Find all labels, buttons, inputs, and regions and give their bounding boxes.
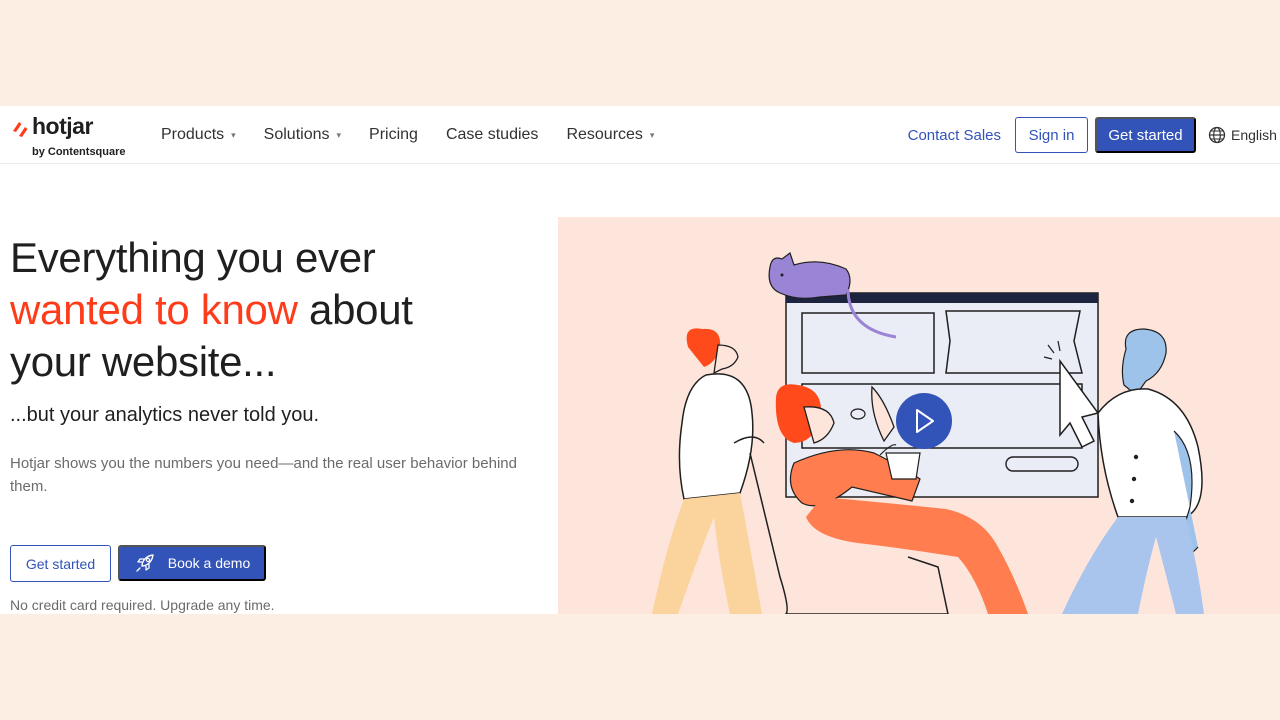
globe-icon bbox=[1208, 126, 1226, 144]
nav-resources[interactable]: Resources ▾ bbox=[566, 126, 654, 144]
main-nav: Products ▾ Solutions ▾ Pricing Case stud… bbox=[161, 106, 682, 164]
nav-solutions-label: Solutions bbox=[263, 126, 330, 143]
nav-pricing-label: Pricing bbox=[369, 126, 418, 143]
page-viewport: hotjar by Contentsquare Products ▾ Solut… bbox=[0, 106, 1280, 614]
book-demo-button[interactable]: Book a demo bbox=[118, 545, 266, 581]
sign-in-button[interactable]: Sign in bbox=[1015, 117, 1088, 153]
woman-figure-graphic bbox=[652, 328, 765, 614]
rocket-icon bbox=[136, 554, 154, 572]
nav-pricing[interactable]: Pricing bbox=[369, 126, 418, 144]
hero-subtitle: ...but your analytics never told you. bbox=[10, 404, 320, 426]
language-label: English bbox=[1231, 127, 1277, 143]
nav-products-label: Products bbox=[161, 126, 225, 143]
hero-title-after-accent: about bbox=[297, 286, 413, 333]
nav-case-studies-label: Case studies bbox=[445, 126, 539, 143]
hotjar-flame-icon bbox=[13, 122, 28, 137]
play-button[interactable] bbox=[896, 393, 952, 449]
chevron-down-icon: ▾ bbox=[231, 129, 236, 140]
hotjar-logo[interactable]: hotjar by Contentsquare bbox=[10, 113, 140, 158]
nav-case-studies[interactable]: Case studies bbox=[446, 126, 539, 144]
no-credit-card-note: No credit card required. Upgrade any tim… bbox=[10, 597, 275, 613]
hero-title-line1: Everything you ever bbox=[10, 234, 376, 281]
illustration-canvas bbox=[652, 252, 1204, 614]
hero-body: Hotjar shows you the numbers you need—an… bbox=[10, 455, 517, 495]
logo-wordmark: hotjar bbox=[32, 113, 93, 139]
hero-title-line3: your website... bbox=[10, 338, 277, 385]
language-selector[interactable]: English bbox=[1208, 126, 1280, 144]
contact-sales-link[interactable]: Contact Sales bbox=[908, 127, 1001, 144]
site-header: hotjar by Contentsquare Products ▾ Solut… bbox=[0, 106, 1280, 164]
logo-byline: by Contentsquare bbox=[32, 146, 126, 158]
hero-get-started-button[interactable]: Get started bbox=[10, 545, 111, 582]
nav-solutions[interactable]: Solutions ▾ bbox=[264, 126, 341, 144]
chevron-down-icon: ▾ bbox=[649, 129, 655, 140]
header-actions: Contact Sales Sign in Get started Englis… bbox=[908, 106, 1280, 164]
hero-title-accent: wanted to know bbox=[10, 286, 298, 333]
nav-products[interactable]: Products ▾ bbox=[161, 126, 236, 144]
header-get-started-button[interactable]: Get started bbox=[1095, 117, 1196, 153]
nav-resources-label: Resources bbox=[566, 126, 643, 143]
hero-illustration bbox=[558, 217, 1280, 614]
book-demo-label: Book a demo bbox=[167, 555, 251, 571]
hero-title: Everything you ever wanted to know about… bbox=[10, 232, 550, 388]
chevron-down-icon: ▾ bbox=[336, 129, 342, 140]
